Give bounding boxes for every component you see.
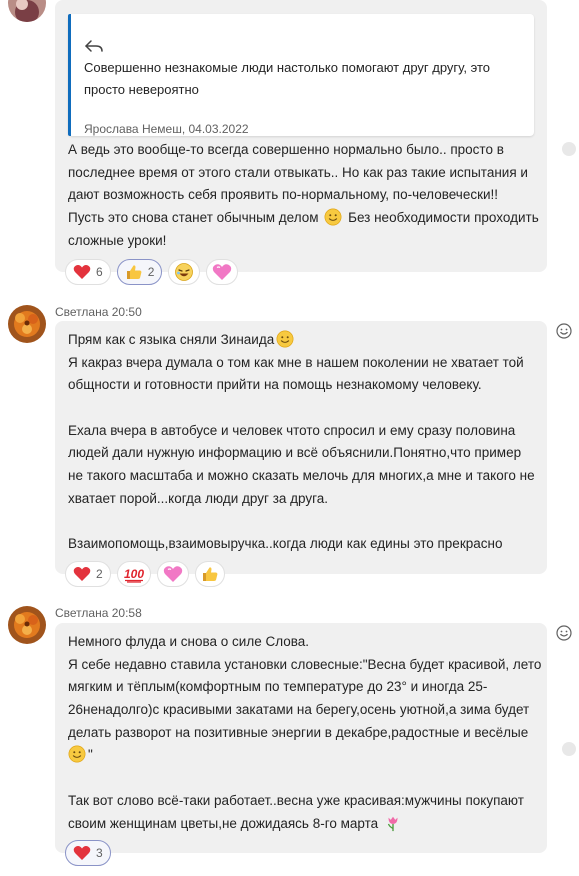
pink-heart-icon — [163, 566, 182, 582]
reaction-count: 2 — [147, 265, 155, 279]
reaction-hundred[interactable]: 100 — [116, 561, 151, 587]
text-segment: Прям как с языка сняли Зинаида — [68, 332, 275, 347]
avatar[interactable] — [8, 0, 46, 22]
reaction-count: 3 — [96, 846, 103, 860]
smiling-face-emoji-icon — [68, 745, 86, 763]
text-line — [68, 767, 541, 790]
tulip-emoji-icon — [387, 816, 398, 831]
avatar[interactable] — [8, 606, 46, 644]
pink-heart-icon — [213, 264, 232, 280]
reaction-thumbs-up[interactable]: 2 — [116, 259, 163, 285]
smiling-face-emoji-icon — [324, 208, 342, 226]
svg-text:100: 100 — [124, 567, 144, 581]
text-line — [68, 397, 535, 420]
sender-name-time: Светлана 20:50 — [55, 305, 142, 319]
text-segment: " — [88, 747, 93, 763]
heart-icon — [73, 846, 91, 860]
reaction-pink-heart[interactable] — [156, 561, 189, 587]
text-line: Немного флуда и снова о силе Слова. — [68, 634, 310, 649]
smiling-face-emoji-icon — [276, 330, 294, 348]
text-line: мягким и тёплым(комфортным по температур… — [68, 679, 488, 695]
text-line-with-emoji: своим женщинам цветы,не дожидаясь 8-го м… — [68, 813, 541, 836]
reaction-heart[interactable]: 3 — [65, 840, 111, 866]
reaction-heart[interactable]: 6 — [65, 259, 111, 285]
more-options-icon[interactable] — [560, 140, 578, 158]
reaction-heart[interactable]: 2 — [65, 561, 111, 587]
quote-accent-bar — [68, 14, 71, 136]
text-line: хватает порой...когда люди друг за друга… — [68, 490, 329, 506]
text-line: А ведь это вообще-то всегда совершенно н… — [68, 142, 504, 157]
message-text: Прям как с языка сняли Зинаида Я какраз … — [68, 329, 535, 556]
text-line: Так вот слово всё-таки работает..весна у… — [68, 792, 524, 808]
reaction-thumbs-up[interactable] — [194, 561, 225, 587]
thumbs-up-icon — [126, 265, 142, 279]
reaction-laughing[interactable] — [168, 259, 201, 285]
text-line: Ехала вчера в автобусе и человек чтото с… — [68, 422, 516, 438]
text-line-with-emoji: " — [68, 744, 541, 767]
text-line: сложные уроки! — [68, 232, 167, 248]
text-segment: Пусть это снова станет обычным делом — [68, 210, 319, 226]
more-options-icon[interactable] — [560, 740, 578, 758]
sender-name-time: Светлана 20:58 — [55, 606, 142, 620]
text-line: Я какраз вчера думала о том как мне в на… — [68, 354, 524, 370]
heart-icon — [73, 567, 91, 581]
text-line: не такого масштаба и можно сказать мелоч… — [68, 468, 535, 484]
text-line: Я себе недавно ставила установки словесн… — [68, 656, 542, 672]
text-line: общности и готовности прийти на помощь н… — [68, 377, 482, 393]
text-line: дают возможность себя проявить по-нормал… — [68, 187, 499, 203]
reaction-count: 6 — [96, 265, 103, 279]
thumbs-up-icon — [202, 567, 218, 581]
text-segment: Без необходимости проходить — [348, 210, 539, 226]
text-line: Взаимопомощь,взаимовыручка..когда люди к… — [68, 536, 503, 552]
reply-icon — [85, 40, 103, 52]
message-text: А ведь это вообще-то всегда совершенно н… — [68, 139, 539, 252]
text-segment: своим женщинам цветы,не дожидаясь 8-го м… — [68, 815, 379, 831]
quoted-message[interactable]: Совершенно незнакомые люди настолько пом… — [68, 14, 534, 136]
text-line: 26ненадолго)с красивыми закатами на бере… — [68, 702, 530, 718]
avatar[interactable] — [8, 305, 46, 343]
heart-icon — [73, 265, 91, 279]
text-line: людей дали нужную информацию и всё объяс… — [68, 445, 522, 461]
hundred-points-icon: 100 — [124, 567, 144, 583]
quote-author-date: Ярослава Немеш, 04.03.2022 — [84, 122, 249, 136]
reactions-bar: 6 2 — [65, 259, 239, 285]
text-line-with-emoji: Прям как с языка сняли Зинаида — [68, 329, 535, 352]
reactions-bar: 2 100 — [65, 561, 225, 587]
text-line: делать разворот на позитивные энергии в … — [68, 724, 529, 740]
reactions-bar: 3 — [65, 840, 111, 866]
message-text: Немного флуда и снова о силе Слова. Я се… — [68, 631, 541, 835]
reaction-count: 2 — [96, 567, 103, 581]
reaction-pink-heart[interactable] — [206, 259, 239, 285]
text-line-with-emoji: Пусть это снова станет обычным делом Без… — [68, 207, 539, 230]
text-line — [68, 511, 535, 534]
text-line: последнее время от этого стали отвыкать.… — [68, 164, 528, 180]
quote-text: Совершенно незнакомые люди настолько пом… — [84, 60, 490, 97]
add-reaction-icon[interactable] — [555, 322, 573, 340]
laughing-face-icon — [175, 263, 194, 281]
add-reaction-icon[interactable] — [555, 624, 573, 642]
